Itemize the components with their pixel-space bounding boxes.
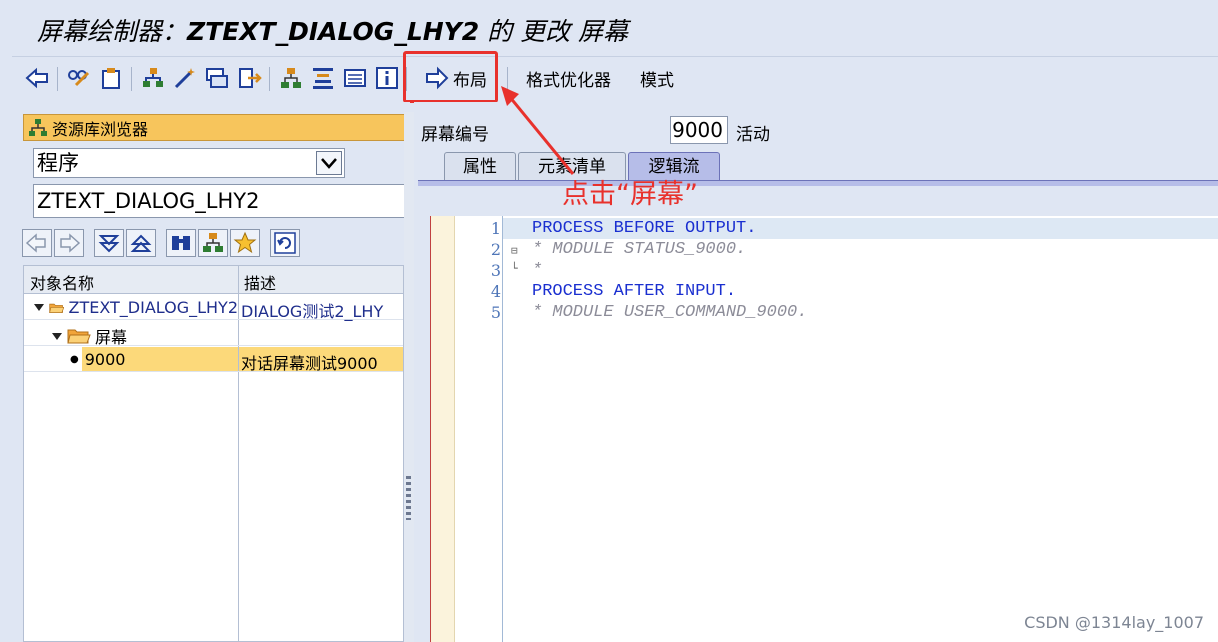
repository-browser-title: 资源库浏览器 (52, 119, 149, 139)
tree-node-desc: 对话屏幕测试9000 (241, 354, 378, 373)
credit-text: CSDN @1314lay_1007 (1024, 613, 1204, 632)
highlight-box (403, 51, 498, 103)
org-chart-icon[interactable] (278, 65, 304, 91)
fold-toggle-icon[interactable]: ⊟ (511, 244, 518, 257)
code-line: * MODULE STATUS_9000. (532, 240, 747, 259)
toolbar-separator (131, 67, 132, 91)
toolbar-separator (269, 67, 270, 91)
code-line: * (532, 261, 543, 280)
window-title: 屏幕绘制器：ZTEXT_DIALOG_LHY2 的 更改 屏幕 (37, 17, 629, 46)
chevron-down-icon[interactable] (316, 151, 342, 175)
collapse-icon[interactable] (94, 229, 124, 257)
repository-browser-header[interactable]: 资源库浏览器 (23, 114, 416, 141)
annotation-text: 点击“屏幕” (562, 179, 698, 210)
screen-number-field[interactable]: 9000 (670, 116, 728, 144)
code-editor[interactable]: 1 2 3 4 5 ⊟ └ PROCESS BEFORE OUTPUT. * M… (430, 216, 1218, 642)
mode-label: 模式 (640, 70, 674, 91)
annotation-arrow (501, 86, 575, 175)
line-number: 3 (490, 261, 501, 280)
object-name-field[interactable]: ZTEXT_DIALOG_LHY2 (33, 184, 416, 218)
glasses-pencil-icon[interactable] (66, 65, 92, 91)
object-type-select[interactable]: 程序 (33, 148, 345, 178)
refresh-icon[interactable] (270, 229, 300, 257)
expand-icon[interactable] (126, 229, 156, 257)
line-number: 4 (490, 282, 501, 301)
line-number: 5 (490, 303, 501, 322)
nav-forward-icon[interactable] (54, 229, 84, 257)
hierarchy-icon[interactable] (140, 65, 166, 91)
expand-triangle-icon[interactable] (52, 332, 62, 340)
object-tree: 对象名称 描述 ZTEXT_DIALOG_LHY2 DIALOG测试2_LHY … (23, 265, 404, 642)
tree-node-screen: ● 9000 (70, 350, 238, 369)
tree-row-screen-9000[interactable]: ● 9000 对话屏幕测试9000 (24, 347, 403, 373)
toolbar-separator (57, 67, 58, 91)
list-icon[interactable] (342, 65, 368, 91)
folder-open-icon (49, 303, 65, 313)
tree-node-label: 屏幕 (95, 328, 128, 347)
object-type-value: 程序 (37, 151, 79, 175)
info-icon[interactable] (374, 65, 400, 91)
editor-margin (431, 216, 455, 642)
splitter-grip-icon[interactable] (406, 476, 411, 520)
repository-browser: 资源库浏览器 程序 ZTEXT_DIALOG_LHY2 对象名称 描述 ZTEX… (12, 102, 416, 642)
panel-splitter[interactable] (404, 112, 414, 642)
folder-open-icon (67, 329, 91, 344)
code-line: PROCESS BEFORE OUTPUT. (532, 219, 757, 238)
line-number: 1 (490, 219, 501, 238)
expand-triangle-icon[interactable] (34, 304, 44, 311)
screen-stack-icon[interactable] (204, 65, 230, 91)
tree-node-desc: DIALOG测试2_LHY (241, 302, 384, 321)
fold-end-icon: └ (511, 262, 518, 275)
tree-node-label: ZTEXT_DIALOG_LHY2 (68, 298, 238, 317)
screen-editor-panel: 屏幕编号 9000 活动 属性 元素清单 逻辑流 1 2 3 4 5 ⊟ └ P… (414, 102, 1218, 642)
screen-status: 活动 (736, 125, 770, 145)
tree-node-label: 9000 (84, 350, 126, 369)
title-bar: 屏幕绘制器：ZTEXT_DIALOG_LHY2 的 更改 屏幕 (0, 0, 1218, 56)
tree-row-program[interactable]: ZTEXT_DIALOG_LHY2 DIALOG测试2_LHY (24, 295, 403, 321)
column-header-name[interactable]: 对象名称 (30, 270, 94, 294)
mode-button[interactable]: 模式 (640, 63, 674, 93)
bullet-icon: ● (70, 354, 79, 365)
code-line: * MODULE USER_COMMAND_9000. (532, 303, 808, 322)
align-icon[interactable] (310, 65, 336, 91)
org-chart-icon[interactable] (198, 229, 228, 257)
tree-row-screens[interactable]: 屏幕 (24, 321, 403, 348)
magic-wand-icon[interactable] (172, 65, 198, 91)
hierarchy-icon (29, 118, 47, 136)
binoculars-icon[interactable] (166, 229, 196, 257)
tree-node-program: ZTEXT_DIALOG_LHY2 (34, 298, 238, 317)
tree-header: 对象名称 描述 (24, 266, 403, 294)
export-icon[interactable] (236, 65, 262, 91)
star-icon[interactable] (230, 229, 260, 257)
tree-node-screens: 屏幕 (52, 324, 238, 348)
column-header-desc[interactable]: 描述 (244, 270, 276, 294)
code-line: PROCESS AFTER INPUT. (532, 282, 737, 301)
application-toolbar: 布局 格式优化器 模式 (12, 56, 1218, 102)
nav-back-icon[interactable] (22, 229, 52, 257)
screen-number-label: 屏幕编号 (421, 125, 489, 145)
clipboard-icon[interactable] (98, 65, 124, 91)
line-number: 2 (490, 240, 501, 259)
back-icon[interactable] (24, 65, 50, 91)
